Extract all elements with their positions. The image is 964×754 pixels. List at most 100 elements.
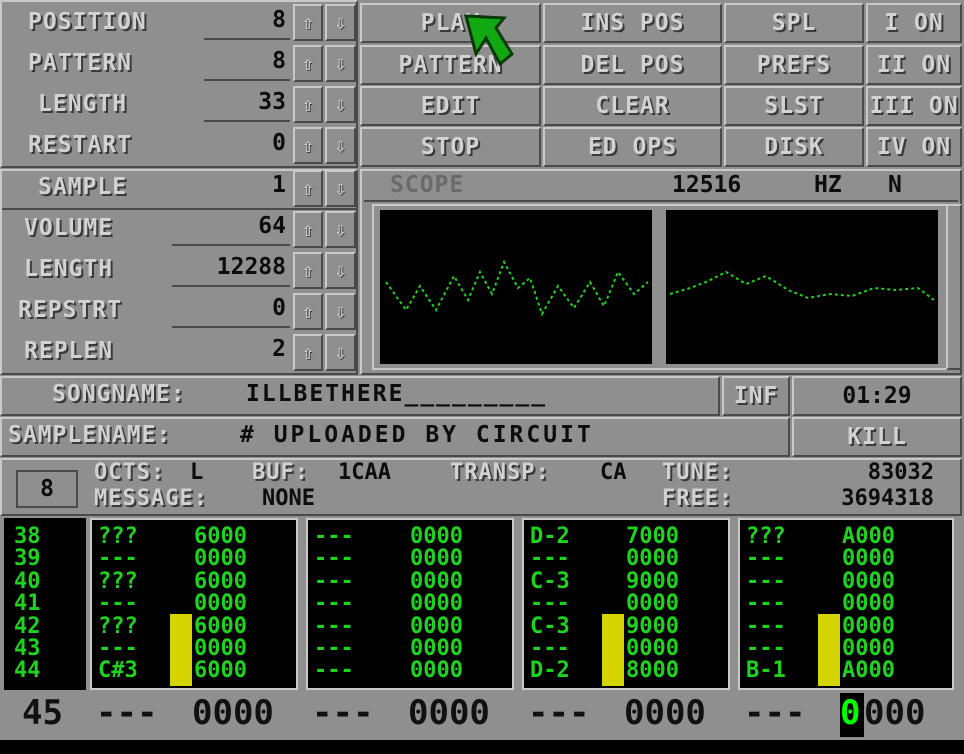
volume-up-button[interactable]: ⇧: [293, 211, 323, 248]
track-4-note[interactable]: B-1: [746, 659, 786, 682]
track-4-effect[interactable]: 0000: [842, 637, 895, 660]
track-4-effect[interactable]: 0000: [842, 547, 895, 570]
track-3-effect[interactable]: 0000: [626, 547, 679, 570]
kill-button[interactable]: KILL: [792, 417, 962, 457]
replen-up-button[interactable]: ⇧: [293, 334, 323, 371]
volume-down-button[interactable]: ⇩: [325, 211, 356, 248]
restart-up-button[interactable]: ⇧: [293, 127, 323, 164]
repstrt-up-button[interactable]: ⇧: [293, 293, 323, 330]
track-2-note[interactable]: ---: [314, 659, 354, 682]
track-1-effect[interactable]: 0000: [194, 547, 247, 570]
current-note-3[interactable]: ---: [528, 693, 589, 733]
track-2-note[interactable]: ---: [314, 547, 354, 570]
track-3-note[interactable]: D-2: [530, 659, 570, 682]
arrow-down-icon: ⇩: [334, 93, 347, 116]
track-4-effect[interactable]: 0000: [842, 615, 895, 638]
track-2-effect[interactable]: 0000: [410, 570, 463, 593]
track-4-note[interactable]: ---: [746, 592, 786, 615]
track-4-note[interactable]: ---: [746, 547, 786, 570]
track-4-effect[interactable]: 0000: [842, 570, 895, 593]
track-2-note[interactable]: ---: [314, 525, 354, 548]
track-4-effect[interactable]: A000: [842, 525, 895, 548]
track-2-note[interactable]: ---: [314, 615, 354, 638]
current-note-1[interactable]: ---: [96, 693, 157, 733]
track-2-note[interactable]: ---: [314, 637, 354, 660]
track-4-note[interactable]: ???: [746, 525, 786, 548]
samplename-value[interactable]: # UPLOADED BY CIRCUIT: [240, 422, 594, 448]
songname-value[interactable]: ILLBETHERE_________: [246, 381, 547, 407]
channel-3-toggle[interactable]: III ON: [866, 86, 962, 126]
track-3-note[interactable]: D-2: [530, 525, 570, 548]
inf-button[interactable]: INF: [722, 376, 790, 416]
track-3-note[interactable]: C-3: [530, 615, 570, 638]
track-3-effect[interactable]: 9000: [626, 570, 679, 593]
pattern-up-button[interactable]: ⇧: [293, 45, 323, 82]
stop-button[interactable]: STOP: [360, 127, 541, 167]
channel-2-toggle[interactable]: II ON: [866, 45, 962, 85]
track-2-effect[interactable]: 0000: [410, 637, 463, 660]
track-3-note[interactable]: ---: [530, 547, 570, 570]
current-effect-3[interactable]: 0000: [624, 693, 706, 733]
sample-length-up-button[interactable]: ⇧: [293, 252, 323, 289]
current-effect-2[interactable]: 0000: [408, 693, 490, 733]
track-2-effect[interactable]: 0000: [410, 525, 463, 548]
track-3-effect[interactable]: 0000: [626, 592, 679, 615]
sample-up-button[interactable]: ⇧: [293, 170, 323, 207]
track-3-effect[interactable]: 0000: [626, 637, 679, 660]
track-3-effect[interactable]: 8000: [626, 659, 679, 682]
track-2-effect[interactable]: 0000: [410, 659, 463, 682]
track-1-note[interactable]: ???: [98, 615, 138, 638]
track-2-note[interactable]: ---: [314, 570, 354, 593]
track-4-effect[interactable]: 0000: [842, 592, 895, 615]
track-3-note[interactable]: C-3: [530, 570, 570, 593]
del-pos-button[interactable]: DEL POS: [543, 45, 722, 85]
prefs-button[interactable]: PREFS: [724, 45, 864, 85]
track-1-note[interactable]: ---: [98, 592, 138, 615]
track-1-effect[interactable]: 0000: [194, 637, 247, 660]
disk-button[interactable]: DISK: [724, 127, 864, 167]
track-2-note[interactable]: ---: [314, 592, 354, 615]
current-effect-1[interactable]: 0000: [192, 693, 274, 733]
track-1-note[interactable]: ???: [98, 570, 138, 593]
restart-down-button[interactable]: ⇩: [325, 127, 356, 164]
sample-down-button[interactable]: ⇩: [325, 170, 356, 207]
current-note-4[interactable]: ---: [744, 693, 805, 733]
track-3-effect[interactable]: 9000: [626, 615, 679, 638]
slst-button[interactable]: SLST: [724, 86, 864, 126]
ed-ops-button[interactable]: ED OPS: [543, 127, 722, 167]
track-1-note[interactable]: C#3: [98, 659, 138, 682]
clear-button[interactable]: CLEAR: [543, 86, 722, 126]
track-1-effect[interactable]: 6000: [194, 615, 247, 638]
track-4-note[interactable]: ---: [746, 615, 786, 638]
track-1-effect[interactable]: 6000: [194, 570, 247, 593]
song-length-up-button[interactable]: ⇧: [293, 86, 323, 123]
spl-button[interactable]: SPL: [724, 3, 864, 43]
current-note-2[interactable]: ---: [312, 693, 373, 733]
track-1-effect[interactable]: 6000: [194, 659, 247, 682]
track-3-note[interactable]: ---: [530, 637, 570, 660]
track-1-effect[interactable]: 0000: [194, 592, 247, 615]
channel-4-toggle[interactable]: IV ON: [866, 127, 962, 167]
channel-1-toggle[interactable]: I ON: [866, 3, 962, 43]
track-4-note[interactable]: ---: [746, 570, 786, 593]
track-2-effect[interactable]: 0000: [410, 547, 463, 570]
edit-button[interactable]: EDIT: [360, 86, 541, 126]
position-up-button[interactable]: ⇧: [293, 4, 323, 41]
track-3-effect[interactable]: 7000: [626, 525, 679, 548]
pattern-down-button[interactable]: ⇩: [325, 45, 356, 82]
track-2-effect[interactable]: 0000: [410, 615, 463, 638]
ins-pos-button[interactable]: INS POS: [543, 3, 722, 43]
repstrt-down-button[interactable]: ⇩: [325, 293, 356, 330]
track-2-effect[interactable]: 0000: [410, 592, 463, 615]
track-1-note[interactable]: ---: [98, 547, 138, 570]
song-length-down-button[interactable]: ⇩: [325, 86, 356, 123]
track-1-note[interactable]: ---: [98, 637, 138, 660]
track-4-effect[interactable]: A000: [842, 659, 895, 682]
position-down-button[interactable]: ⇩: [325, 4, 356, 41]
track-4-note[interactable]: ---: [746, 637, 786, 660]
track-1-effect[interactable]: 6000: [194, 525, 247, 548]
track-1-note[interactable]: ???: [98, 525, 138, 548]
replen-down-button[interactable]: ⇩: [325, 334, 356, 371]
sample-length-down-button[interactable]: ⇩: [325, 252, 356, 289]
track-3-note[interactable]: ---: [530, 592, 570, 615]
